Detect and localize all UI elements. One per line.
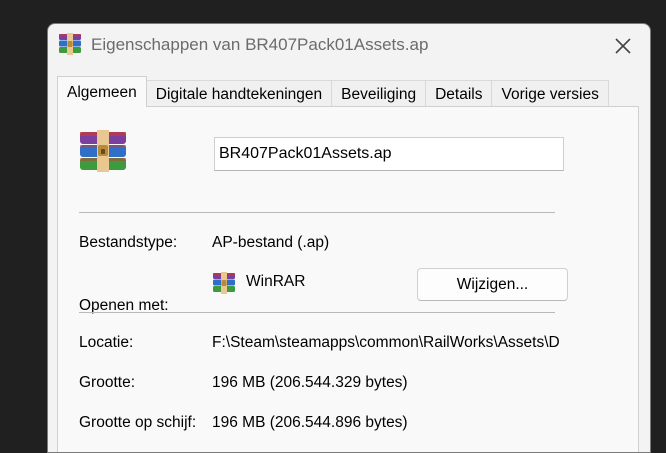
divider [79,212,555,213]
location-value: F:\Steam\steamapps\common\RailWorks\Asse… [212,334,560,351]
tab-algemeen[interactable]: Algemeen [57,76,147,107]
file-type-label: Bestandstype: [79,234,178,251]
winrar-app-icon [213,272,235,294]
file-type-value: AP-bestand (.ap) [212,234,330,251]
location-label: Locatie: [79,334,134,351]
size-value: 196 MB (206.544.329 bytes) [212,374,408,391]
size-on-disk-label: Grootte op schijf: [79,414,197,431]
divider [79,312,555,313]
tab-vorige-versies[interactable]: Vorige versies [491,80,609,107]
close-icon[interactable] [610,33,636,59]
tab-strip: Algemeen Digitale handtekeningen Beveili… [57,76,609,107]
file-name-input[interactable] [214,137,564,171]
tab-digitale-handtekeningen[interactable]: Digitale handtekeningen [145,80,333,107]
window-title: Eigenschappen van BR407Pack01Assets.ap [91,35,429,54]
opens-with-app-name: WinRAR [246,273,306,290]
winrar-archive-icon [59,33,81,55]
change-button[interactable]: Wijzigen... [417,268,568,301]
size-label: Grootte: [79,374,135,391]
general-panel: Bestandstype: AP-bestand (.ap) Openen me… [57,106,639,452]
winrar-archive-icon [80,130,126,172]
tab-details[interactable]: Details [425,80,493,107]
properties-window: Eigenschappen van BR407Pack01Assets.ap A… [47,23,651,453]
size-on-disk-value: 196 MB (206.544.896 bytes) [212,414,408,431]
title-bar[interactable]: Eigenschappen van BR407Pack01Assets.ap [48,24,650,68]
tab-beveiliging[interactable]: Beveiliging [331,80,427,107]
